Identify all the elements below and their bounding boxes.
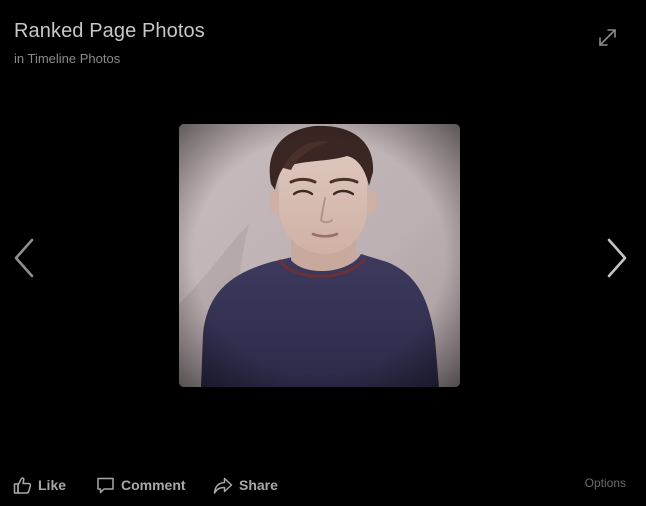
photo-action-bar: Like Comment Share Options [0,468,646,502]
options-link[interactable]: Options [585,476,626,490]
share-label: Share [239,477,278,493]
speech-bubble-icon [97,477,114,493]
next-photo-button[interactable] [601,236,631,280]
chevron-left-icon [14,238,34,278]
thumbs-up-icon [13,476,32,494]
comment-button[interactable]: Comment [96,468,186,502]
chevron-right-icon [607,238,627,278]
photo-image[interactable] [179,124,460,387]
previous-photo-button[interactable] [10,236,40,280]
comment-label: Comment [121,477,186,493]
photo-album-title[interactable]: Ranked Page Photos [14,20,205,43]
album-subtitle[interactable]: in Timeline Photos [14,51,120,66]
share-button[interactable]: Share [213,468,278,502]
share-arrow-icon [213,477,233,494]
like-label: Like [38,477,67,493]
like-button[interactable]: Like [13,468,66,502]
expand-icon[interactable] [597,27,618,48]
